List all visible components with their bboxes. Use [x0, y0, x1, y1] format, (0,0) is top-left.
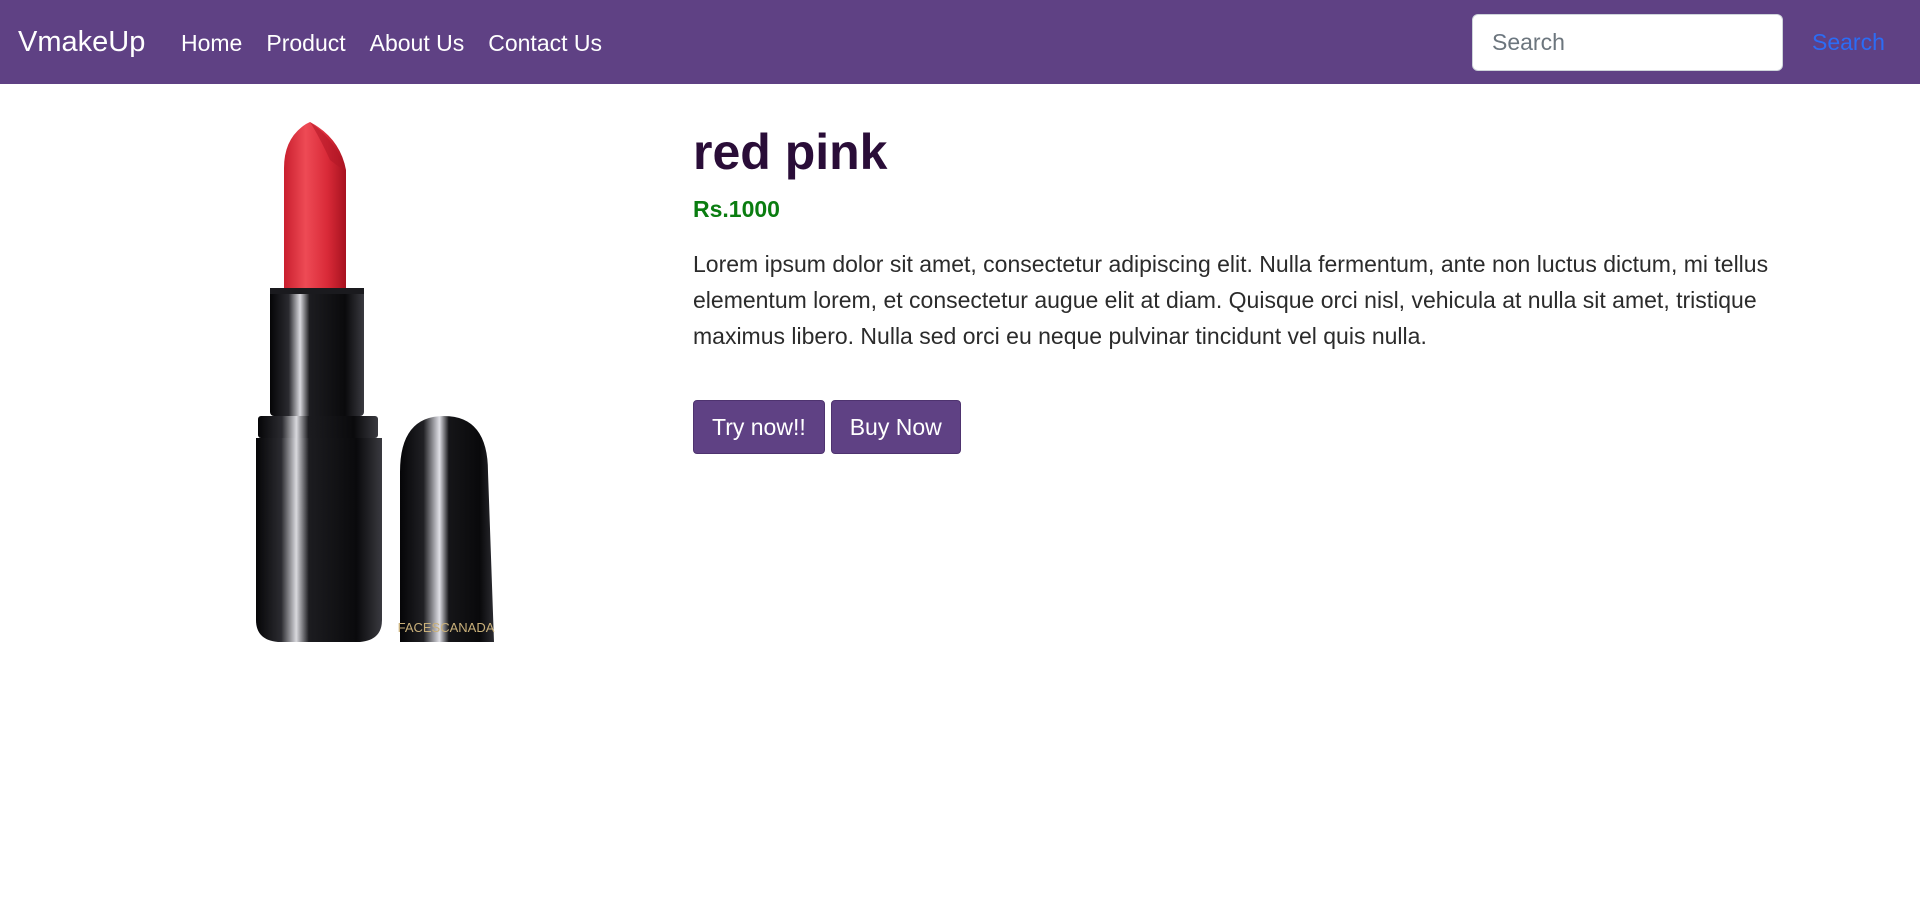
- buy-now-button[interactable]: Buy Now: [830, 400, 961, 454]
- product-image: FACESCANADA: [256, 122, 495, 642]
- nav-link-contact-us[interactable]: Contact Us: [488, 27, 602, 59]
- nav-link-about-us[interactable]: About Us: [370, 27, 465, 59]
- nav-link-home[interactable]: Home: [181, 27, 242, 59]
- search-button[interactable]: Search: [1800, 14, 1920, 71]
- lipstick-base: [256, 438, 382, 642]
- nav-link-product[interactable]: Product: [266, 27, 345, 59]
- try-now-button[interactable]: Try now!!: [693, 400, 825, 454]
- brand-logo[interactable]: VmakeUp: [18, 24, 145, 60]
- product-title: red pink: [693, 124, 888, 180]
- lipstick-sleeve: [270, 288, 364, 416]
- product-description: Lorem ipsum dolor sit amet, consectetur …: [693, 251, 1769, 349]
- lipstick-cap: [400, 416, 494, 642]
- navbar: VmakeUp Home Product About Us Contact Us…: [0, 0, 1920, 84]
- lipstick-bullet: [284, 122, 346, 290]
- product-details: red pink Rs.1000 Lorem ipsum dolor sit a…: [693, 122, 1783, 454]
- cap-brand-text: FACESCANADA: [398, 620, 495, 635]
- search-input[interactable]: [1472, 14, 1783, 71]
- product-price: Rs.1000: [693, 196, 780, 222]
- action-buttons: Try now!! Buy Now: [693, 400, 1783, 454]
- nav-links: Home Product About Us Contact Us: [181, 27, 626, 59]
